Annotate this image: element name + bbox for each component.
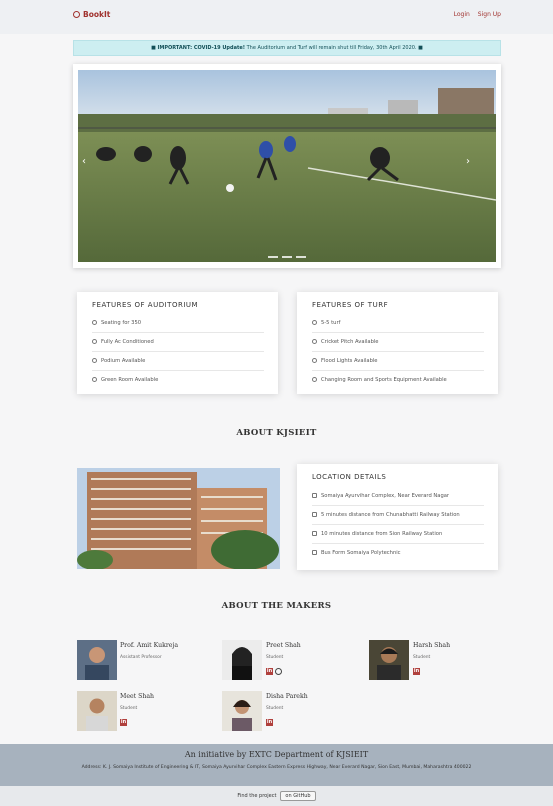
check-icon [312, 377, 317, 382]
check-icon [312, 358, 317, 363]
github-button-label: on GitHub [285, 793, 311, 799]
auditorium-title: FEATURES OF AUDITORIUM [92, 301, 199, 309]
covid-alert: ■ IMPORTANT: COVID-19 Update! The Audito… [73, 40, 501, 56]
list-item: Bus Form Somaiya Polytechnic [312, 543, 484, 562]
pin-icon [312, 493, 317, 498]
avatar [222, 640, 262, 680]
check-icon [92, 358, 97, 363]
signup-link[interactable]: Sign Up [478, 11, 501, 18]
brand-link[interactable]: BookIt [73, 10, 110, 19]
list-item: Green Room Available [92, 370, 264, 389]
train-icon [312, 531, 317, 536]
list-item: Flood Lights Available [312, 351, 484, 371]
list-item: 10 minutes distance from Sion Railway St… [312, 524, 484, 544]
bus-icon [312, 550, 317, 555]
location-title: LOCATION DETAILS [312, 473, 387, 481]
maker-name: Prof. Amit Kukreja [120, 642, 179, 649]
logo-icon [73, 11, 80, 18]
makers-title: ABOUT THE MAKERS [221, 601, 332, 611]
github-icon[interactable] [275, 668, 282, 675]
list-item: Somaiya Ayurvihar Complex, Near Everard … [312, 486, 484, 506]
footer-title: An initiative by EXTC Department of KJSI… [184, 750, 369, 759]
alert-strong: IMPORTANT: COVID-19 Update! [157, 45, 246, 51]
subfooter: Find the project on GitHub [0, 786, 553, 806]
turf-photo [78, 70, 496, 262]
maker-name: Harsh Shah [413, 642, 451, 649]
brand-label: BookIt [83, 10, 111, 19]
auditorium-features-card: FEATURES OF AUDITORIUM Seating for 350 F… [77, 292, 278, 394]
image-carousel: ‹ › [73, 64, 501, 268]
college-building-image [77, 468, 280, 569]
navbar: BookIt Login Sign Up [0, 0, 553, 34]
list-item: Podium Available [92, 351, 264, 371]
check-icon [92, 339, 97, 344]
social-links: in [413, 668, 420, 675]
list-item: 5-5 turf [312, 313, 484, 333]
list-item: Changing Room and Sports Equipment Avail… [312, 370, 484, 389]
avatar [369, 640, 409, 680]
avatar [77, 640, 117, 680]
github-button[interactable]: on GitHub [280, 791, 316, 801]
social-links: in [120, 719, 127, 726]
avatar [77, 691, 117, 731]
list-item: Seating for 350 [92, 313, 264, 333]
maker-role: Assistant Professor [120, 655, 162, 660]
carousel-next-icon[interactable]: › [466, 156, 470, 167]
maker-role: Student [266, 706, 284, 711]
nav-links: Login Sign Up [454, 11, 501, 18]
linkedin-icon[interactable]: in [266, 668, 273, 675]
check-icon [312, 320, 317, 325]
check-icon [312, 339, 317, 344]
train-icon [312, 512, 317, 517]
social-links: in [266, 719, 273, 726]
turf-title: FEATURES OF TURF [312, 301, 389, 309]
footer-address: Address: K. J. Somaiya Institute of Engi… [81, 765, 472, 770]
linkedin-icon[interactable]: in [413, 668, 420, 675]
maker-role: Student [413, 655, 431, 660]
linkedin-icon[interactable]: in [120, 719, 127, 726]
linkedin-icon[interactable]: in [266, 719, 273, 726]
avatar [222, 691, 262, 731]
list-item: Fully Ac Conditioned [92, 332, 264, 352]
turf-features-card: FEATURES OF TURF 5-5 turf Cricket Pitch … [297, 292, 498, 394]
check-icon [92, 377, 97, 382]
about-title: ABOUT KJSIEIT [236, 428, 317, 438]
alert-icon: ■ [151, 45, 156, 51]
maker-name: Disha Parekh [266, 693, 308, 700]
maker-role: Student [120, 706, 138, 711]
alert-message: The Auditorium and Turf will remain shut… [246, 45, 417, 51]
location-card: LOCATION DETAILS Somaiya Ayurvihar Compl… [297, 464, 498, 570]
footer: An initiative by EXTC Department of KJSI… [0, 744, 553, 786]
social-links: in [266, 668, 282, 675]
maker-name: Meet Shah [120, 693, 155, 700]
list-item: Cricket Pitch Available [312, 332, 484, 352]
carousel-prev-icon[interactable]: ‹ [82, 156, 86, 167]
list-item: 5 minutes distance from Chunabhatti Rail… [312, 505, 484, 525]
check-icon [92, 320, 97, 325]
maker-role: Student [266, 655, 284, 660]
find-project-label: Find the project [237, 793, 277, 799]
maker-name: Preet Shah [266, 642, 301, 649]
login-link[interactable]: Login [454, 11, 470, 18]
alert-icon-end: ■ [418, 45, 423, 51]
